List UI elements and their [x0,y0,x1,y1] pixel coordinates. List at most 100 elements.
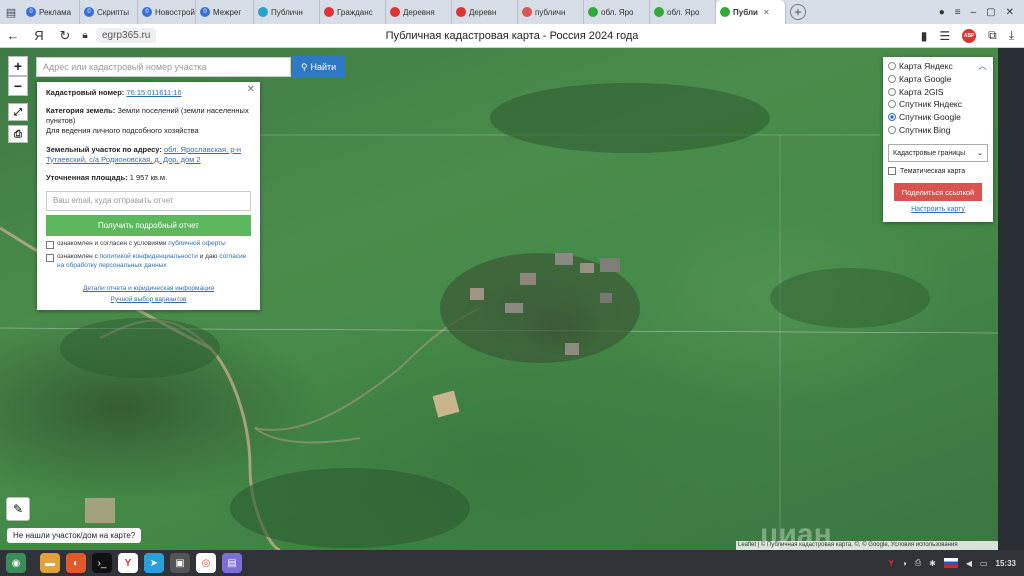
layer-radio[interactable] [888,75,896,84]
share-link-button[interactable]: Поделиться ссылкой [894,183,982,202]
menu-icon[interactable]: ≡ [955,7,961,18]
browser-tab[interactable]: Гражданс [320,0,386,24]
not-found-prompt[interactable]: Не нашли участок/дом на карте? [7,528,142,543]
area-value: 1 957 кв.м. [129,172,168,182]
layer-option[interactable]: Спутник Google [888,111,988,124]
clock[interactable]: 15:33 [996,559,1016,568]
app-icon[interactable]: ▣ [170,553,190,573]
maximize-icon[interactable]: ▢ [986,7,995,18]
network-icon[interactable]: ◑ [902,559,907,568]
browser-tab[interactable]: 0 Межрег [196,0,254,24]
browser-tab[interactable]: Деревн [452,0,518,24]
layer-option[interactable]: Карта Google [888,73,988,86]
flag-ru-icon[interactable] [943,558,958,568]
print-icon[interactable]: ⎙ [8,125,28,143]
browser-tab[interactable]: обл. Яро [650,0,716,24]
layer-option-label: Спутник Яндекс [899,99,962,110]
tab-close-icon[interactable]: ✕ [763,8,770,17]
yandex-tray-icon[interactable]: Y [889,559,894,568]
privacy-text-rest: и даю [197,252,220,260]
tab-label: Публичн [271,7,303,17]
lock-icon: 🔒︎ [82,30,88,41]
chrome-icon[interactable]: ◎ [196,553,216,573]
get-report-button[interactable]: Получить подробный отчет [46,214,251,236]
extensions-icon[interactable]: ⧉ [988,28,997,43]
tab-favicon-icon: 0 [84,7,94,17]
browser-tab[interactable]: 0 Скрипты [80,0,138,24]
layer-option[interactable]: Спутник Bing [888,123,988,136]
url-field[interactable]: egrp365.ru [96,28,157,43]
tab-favicon-icon [720,7,730,17]
setup-map-link[interactable]: Настроить карту [888,206,988,213]
layer-options: Карта Яндекс Карта Google Карта 2GIS Спутни… [888,60,988,136]
notification-icon[interactable]: ● [939,7,945,18]
tab-menu-icon[interactable]: ▤ [0,0,22,24]
terminal-icon[interactable]: ›_ [92,553,112,573]
minimize-icon[interactable]: – [971,7,977,18]
browser-tab[interactable]: 0 Реклама [22,0,80,24]
reload-icon[interactable]: ↻ [52,28,78,44]
layer-radio[interactable] [888,125,896,134]
zoom-out-button[interactable]: − [8,76,28,96]
browser-tab[interactable]: публичн [518,0,584,24]
files-icon[interactable]: ▬ [40,553,60,573]
editor-icon[interactable]: ▤ [222,553,242,573]
tab-label: публичн [535,7,566,17]
cadastral-layer-select[interactable]: Кадастровые границы ⌄ [888,144,988,163]
edit-pencil-icon[interactable]: ✎ [6,497,30,521]
offer-checkbox[interactable] [46,240,54,249]
window-controls: ● ≡ – ▢ ✕ [939,7,1024,18]
privacy-checkbox[interactable] [46,253,54,262]
battery-icon[interactable]: ▭ [980,559,988,568]
usage-value: Для ведения личного подсобного хозяйства [46,126,199,136]
bookmark-icon[interactable]: ▮ [921,29,928,43]
bluetooth-icon[interactable]: ✱ [929,559,936,568]
browser-tab[interactable]: обл. Яро [584,0,650,24]
thematic-checkbox[interactable] [888,167,896,176]
search-button[interactable]: ⚲ Найти [292,56,345,78]
browser-tab[interactable]: Публичн [254,0,320,24]
browser-tab[interactable]: 0Новостройки [138,0,196,24]
volume-icon[interactable]: ◀ [966,559,972,568]
back-icon[interactable]: ← [0,28,26,43]
layer-option[interactable]: Спутник Яндекс [888,98,988,111]
yandex-browser-icon[interactable]: Y [118,553,138,573]
address-search-input[interactable]: Адрес или кадастровый номер участка [36,57,291,77]
new-tab-button[interactable]: + [790,4,806,20]
layer-radio[interactable] [888,62,896,71]
printer-icon[interactable]: ⎙ [915,558,921,568]
layer-option[interactable]: Карта Яндекс [888,60,988,73]
email-field[interactable]: Ваш email, куда отправить отчет [46,190,251,211]
browser-tab-strip: ▤ 0Реклама0Скрипты0Новостройки0Межрег Пуб… [0,0,1024,24]
save-icon[interactable]: ⤓ [1009,28,1014,43]
zoom-in-button[interactable]: + [8,56,28,76]
yandex-icon[interactable]: Я [26,28,52,43]
search-button-label: Найти [310,62,337,72]
layer-radio[interactable] [888,113,896,122]
layer-option-label: Карта 2GIS [899,86,944,97]
privacy-policy-link[interactable]: политикой конфиденциальности [100,253,198,260]
cadastral-number-link[interactable]: 76:15:011611:16 [126,88,181,97]
browser-tab[interactable]: Публи ✕ [716,0,786,24]
telegram-icon[interactable]: ➤ [144,553,164,573]
start-menu-icon[interactable]: ◉ [6,553,26,573]
fullscreen-icon[interactable]: ⤢ [8,103,28,121]
report-details-link[interactable]: Детали отчета и юридическая информация [46,284,251,294]
report-links: Детали отчета и юридическая информация Р… [46,284,251,305]
adblock-icon[interactable]: ABP [962,28,977,43]
layer-radio[interactable] [888,100,896,109]
close-icon[interactable]: ✕ [1006,7,1014,18]
page-scrollbar[interactable] [998,48,1024,550]
browser-tab[interactable]: Деревня [386,0,452,24]
close-icon[interactable]: ✕ [247,84,255,95]
firefox-icon[interactable]: ◐ [66,553,86,573]
downloads-icon[interactable]: ☰ [939,29,950,43]
thematic-map-toggle[interactable]: Тематическая карта [888,167,988,176]
category-label: Категория земель: [46,106,116,116]
chevron-up-icon[interactable]: ︿ [978,59,987,72]
manual-selection-link[interactable]: Ручной выбор вариантов [46,295,251,305]
layer-option[interactable]: Карта 2GIS [888,85,988,98]
tab-favicon-icon [258,7,268,17]
offer-link[interactable]: публичной оферты [168,240,225,247]
layer-radio[interactable] [888,87,896,96]
